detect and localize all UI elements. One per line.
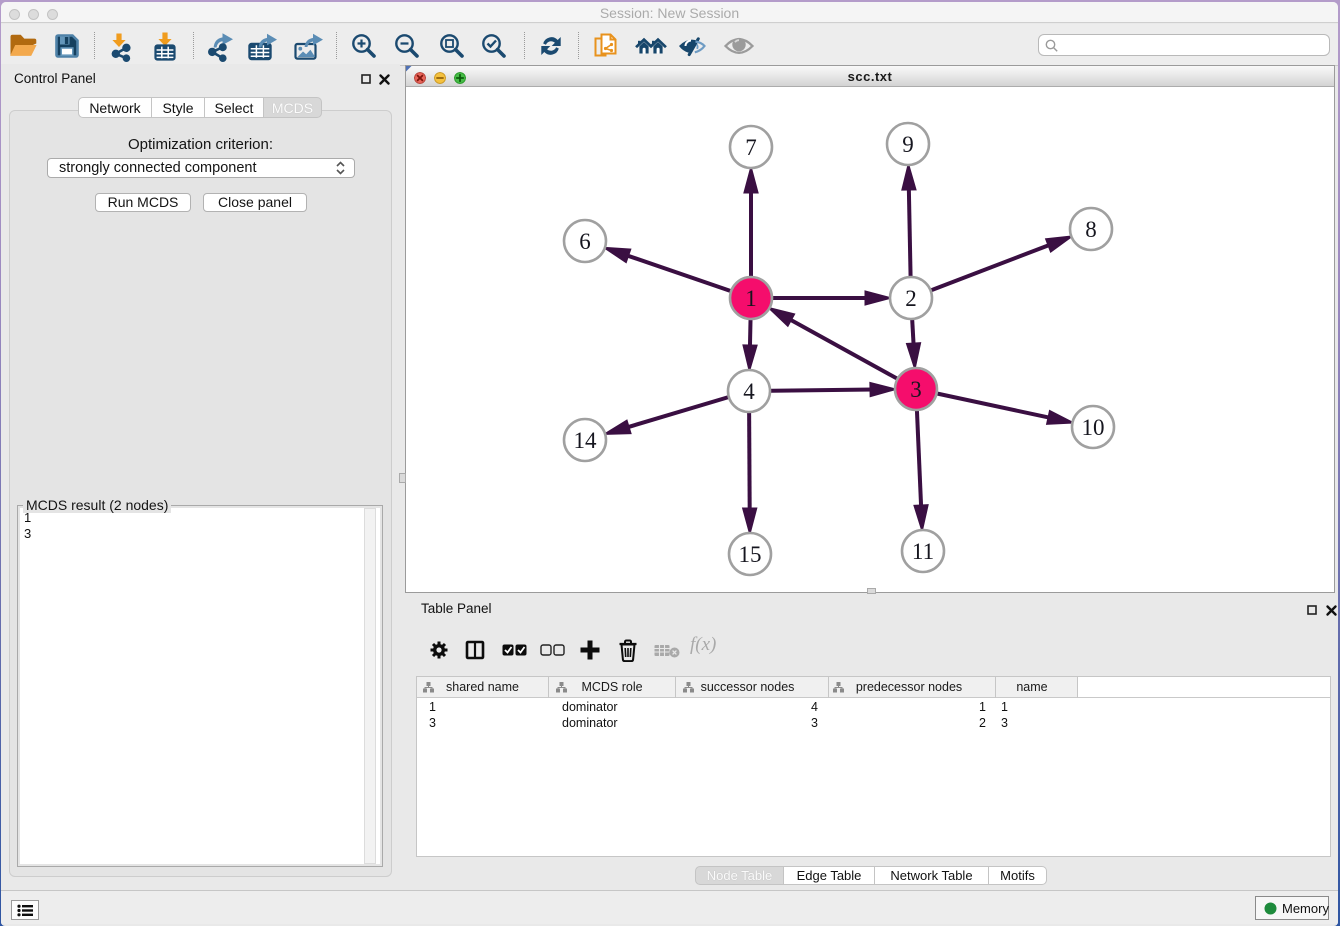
svg-text:2: 2 [905, 286, 917, 311]
svg-text:8: 8 [1085, 217, 1097, 242]
svg-text:9: 9 [902, 132, 914, 157]
svg-text:15: 15 [739, 542, 762, 567]
svg-text:6: 6 [579, 229, 591, 254]
svg-text:14: 14 [574, 428, 598, 453]
svg-text:11: 11 [912, 539, 934, 564]
svg-text:1: 1 [745, 286, 757, 311]
svg-text:3: 3 [910, 377, 922, 402]
svg-text:10: 10 [1082, 415, 1105, 440]
svg-text:7: 7 [745, 135, 757, 160]
svg-text:4: 4 [743, 379, 755, 404]
